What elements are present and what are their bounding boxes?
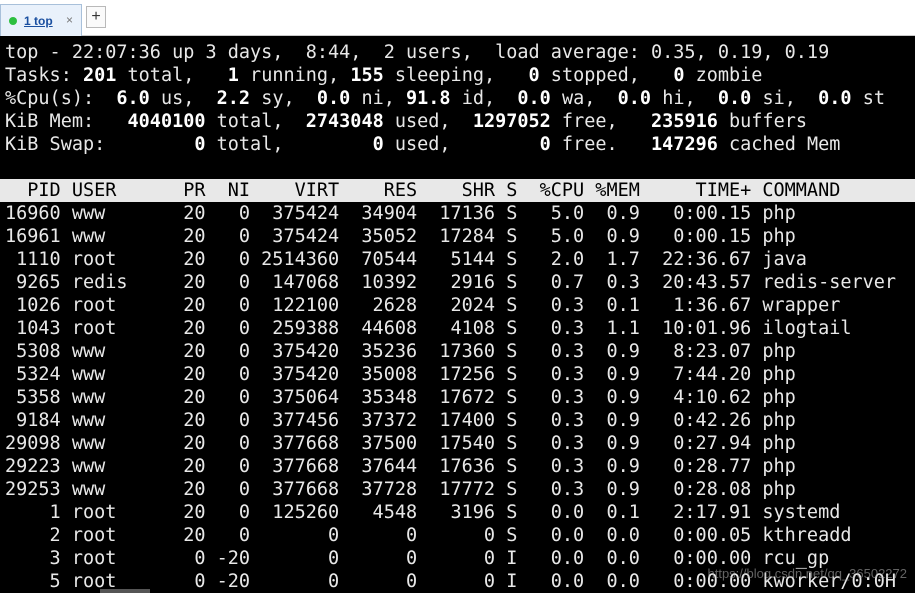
swap-line: KiB Swap: 0 total, 0 used, 0 free. 14729… [5,134,841,155]
process-row: 1110 root 20 0 2514360 70544 5144 S 2.0 … [5,249,807,270]
process-row: 9184 www 20 0 377456 37372 17400 S 0.3 0… [5,410,796,431]
terminal-output[interactable]: top - 22:07:36 up 3 days, 8:44, 2 users,… [0,41,915,593]
watermark: https://blog.csdn.net/qq_36502272 [707,566,908,581]
process-row: 9265 redis 20 0 147068 10392 2916 S 0.7 … [5,272,897,293]
mem-line: KiB Mem: 4040100 total, 2743048 used, 12… [5,111,807,132]
process-row: 29223 www 20 0 377668 37644 17636 S 0.3 … [5,456,796,477]
tab-top[interactable]: 1 top × [0,4,82,36]
add-tab-button[interactable]: + [86,6,106,28]
process-row: 1 root 20 0 125260 4548 3196 S 0.0 0.1 2… [5,502,841,523]
uptime-line: top - 22:07:36 up 3 days, 8:44, 2 users,… [5,42,830,63]
process-row: 16961 www 20 0 375424 35052 17284 S 5.0 … [5,226,796,247]
connected-status-icon [9,17,17,25]
process-row: 16960 www 20 0 375424 34904 17136 S 5.0 … [5,203,796,224]
process-list: 16960 www 20 0 375424 34904 17136 S 5.0 … [0,202,915,593]
process-row: 5308 www 20 0 375420 35236 17360 S 0.3 0… [5,341,796,362]
tab-label: 1 top [24,14,53,28]
process-row: 5324 www 20 0 375420 35008 17256 S 0.3 0… [5,364,796,385]
process-row: 1043 root 20 0 259388 44608 4108 S 0.3 1… [5,318,852,339]
process-row: 29098 www 20 0 377668 37500 17540 S 0.3 … [5,433,796,454]
close-tab-icon[interactable]: × [66,13,73,27]
process-row: 2 root 20 0 0 0 0 S 0.0 0.0 0:00.05 kthr… [5,525,852,546]
process-row: 5358 www 20 0 375064 35348 17672 S 0.3 0… [5,387,796,408]
tasks-line: Tasks: 201 total, 1 running, 155 sleepin… [5,65,763,86]
process-table-header: PID USER PR NI VIRT RES SHR S %CPU %MEM … [0,179,915,202]
horizontal-scrollbar[interactable] [100,589,150,593]
process-row: 1026 root 20 0 122100 2628 2024 S 0.3 0.… [5,295,841,316]
process-row: 29253 www 20 0 377668 37728 17772 S 0.3 … [5,479,796,500]
tab-bar: 1 top × + [0,0,915,36]
cpu-line: %Cpu(s): 6.0 us, 2.2 sy, 0.0 ni, 91.8 id… [5,88,885,109]
